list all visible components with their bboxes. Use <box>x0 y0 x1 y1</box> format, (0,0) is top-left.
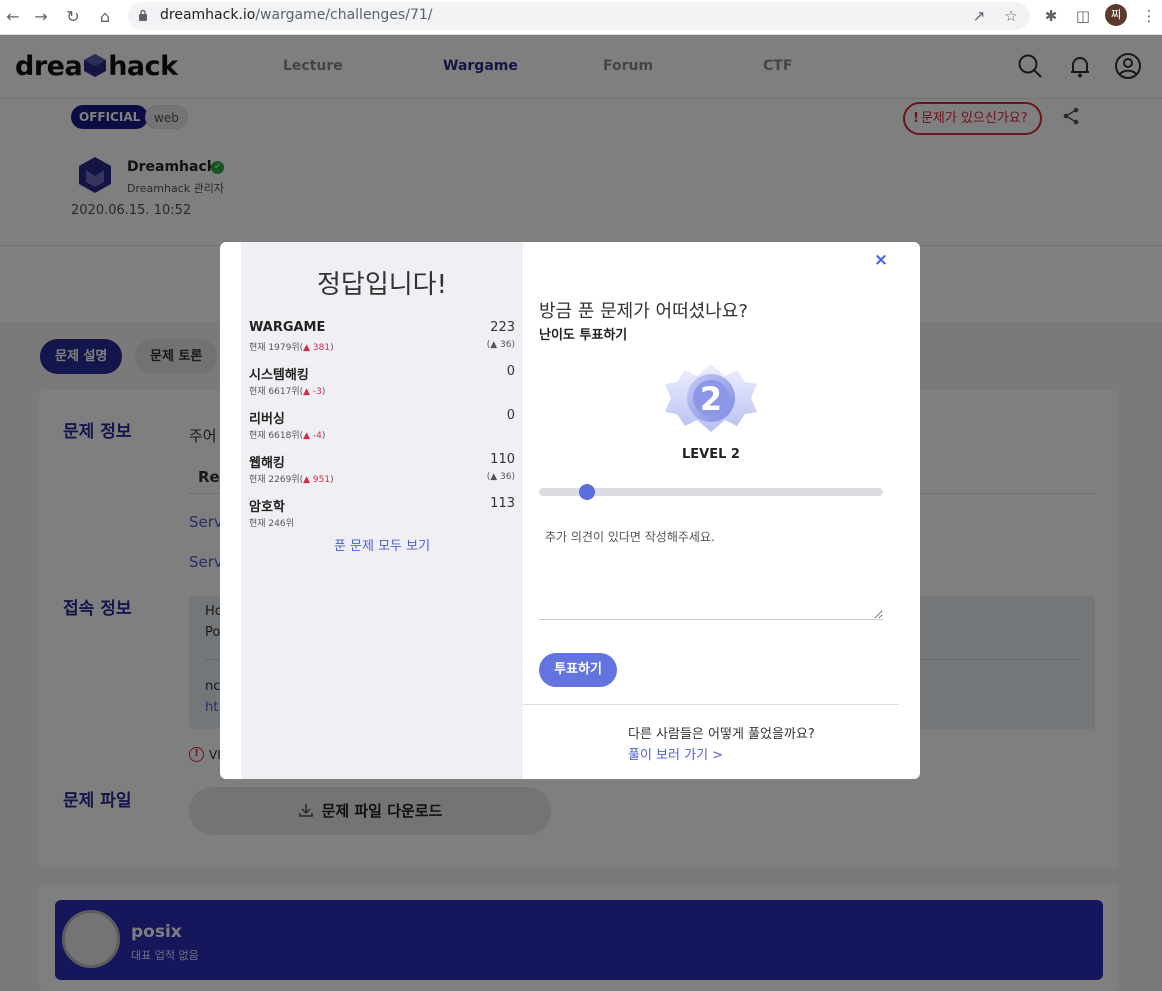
profile-avatar[interactable]: 찌 <box>1105 4 1127 26</box>
level-badge-icon: 2 <box>665 364 757 432</box>
home-icon[interactable]: ⌂ <box>94 6 116 28</box>
score-category: 시스템해킹 <box>249 368 309 383</box>
score-category: 웹해킹 <box>249 456 285 471</box>
extensions-icon[interactable]: ✱ <box>1040 5 1062 27</box>
score-points: 0 <box>506 408 515 423</box>
slider-handle[interactable] <box>579 484 595 500</box>
reload-icon[interactable]: ↻ <box>62 6 84 28</box>
score-row: 암호학 현재 246위 113 <box>249 496 515 536</box>
score-panel: 정답입니다! WARGAME 현재 1979위(▲ 381) 223 (▲ 36… <box>241 242 523 779</box>
divider <box>523 704 899 705</box>
score-category: 리버싱 <box>249 412 285 427</box>
vote-heading: 난이도 투표하기 <box>539 328 628 343</box>
score-row: 시스템해킹 현재 6617위(▲ -3) 0 <box>249 364 515 404</box>
score-delta: (▲ 36) <box>486 340 515 350</box>
others-solutions-question: 다른 사람들은 어떻게 풀었을까요? <box>628 727 815 742</box>
score-points: 223 <box>490 320 515 335</box>
opinion-textarea[interactable] <box>539 522 883 620</box>
menu-kebab-icon[interactable]: ⋮ <box>1138 5 1160 27</box>
score-rank: 현재 6617위(▲ -3) <box>249 387 326 397</box>
score-row: 리버싱 현재 6618위(▲ -4) 0 <box>249 408 515 448</box>
vote-button[interactable]: 투표하기 <box>539 653 617 687</box>
side-panel-icon[interactable]: ◫ <box>1072 5 1094 27</box>
score-rank: 현재 1979위(▲ 381) <box>249 343 334 353</box>
difficulty-question: 방금 푼 문제가 어떠셨나요? <box>539 301 748 322</box>
view-all-solved-link[interactable]: 푼 문제 모두 보기 <box>241 535 523 554</box>
back-icon[interactable]: ← <box>2 6 24 28</box>
bookmark-star-icon[interactable]: ☆ <box>1000 5 1022 27</box>
browser-toolbar: ← → ↻ ⌂ dreamhack.io/wargame/challenges/… <box>0 0 1162 35</box>
score-points: 0 <box>506 364 515 379</box>
close-icon[interactable]: × <box>873 252 889 269</box>
address-bar[interactable]: dreamhack.io/wargame/challenges/71/ <box>128 2 1030 30</box>
score-category: 암호학 <box>249 500 285 515</box>
correct-answer-modal: 정답입니다! WARGAME 현재 1979위(▲ 381) 223 (▲ 36… <box>220 242 920 779</box>
score-category: WARGAME <box>249 320 326 335</box>
score-rank: 현재 6618위(▲ -4) <box>249 431 326 441</box>
score-row: WARGAME 현재 1979위(▲ 381) 223 (▲ 36) <box>249 320 515 360</box>
level-number: 2 <box>700 380 722 418</box>
share-page-icon[interactable]: ↗ <box>968 5 990 27</box>
modal-title: 정답입니다! <box>316 270 448 300</box>
view-solutions-link[interactable]: 풀이 보러 가기 > <box>628 744 723 763</box>
score-rank: 현재 2269위(▲ 951) <box>249 475 334 485</box>
score-points: 113 <box>490 496 515 511</box>
score-delta: (▲ 36) <box>486 472 515 482</box>
forward-icon[interactable]: → <box>30 6 52 28</box>
score-points: 110 <box>490 452 515 467</box>
lock-icon <box>139 9 147 21</box>
url-text: dreamhack.io/wargame/challenges/71/ <box>160 7 433 23</box>
score-rank: 현재 246위 <box>249 519 294 529</box>
level-label: LEVEL 2 <box>682 447 740 462</box>
score-row: 웹해킹 현재 2269위(▲ 951) 110 (▲ 36) <box>249 452 515 492</box>
